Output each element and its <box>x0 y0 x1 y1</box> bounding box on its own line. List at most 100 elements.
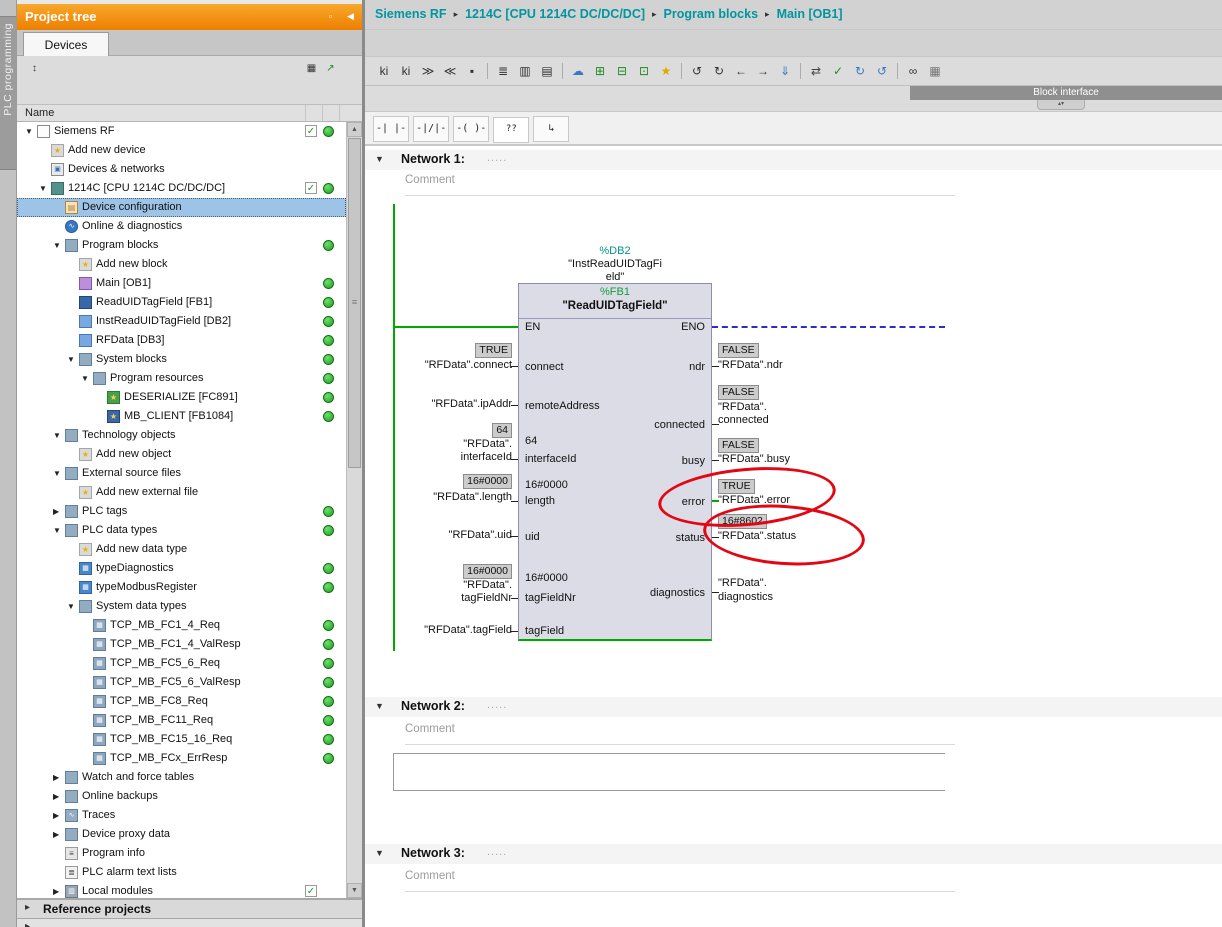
pin-connect[interactable]: connect <box>525 361 564 374</box>
collapse-node-icon[interactable]: ▼ <box>67 350 78 369</box>
details-view-bar[interactable]: ▸ <box>17 918 362 927</box>
fb-call-box[interactable]: %FB1 "ReadUIDTagField" EN connect remote… <box>518 283 712 641</box>
pin-connected[interactable]: connected <box>654 419 705 432</box>
split-editor-vertically-icon[interactable]: ▤ <box>537 61 557 81</box>
pin-interface-id[interactable]: interfaceId <box>525 453 576 466</box>
reference-projects-bar[interactable]: ▸ Reference projects <box>17 898 362 918</box>
tree-item[interactable]: ▼PLC data types <box>17 521 346 540</box>
operand-tag-field-nr[interactable]: tagFieldNr <box>461 592 512 605</box>
tree-item[interactable]: ▶Device proxy data <box>17 825 346 844</box>
tree-item[interactable]: ★Add new device <box>17 141 346 160</box>
tree-item[interactable]: ★Add new object <box>17 445 346 464</box>
pin-remote-address[interactable]: remoteAddress <box>525 400 600 413</box>
collapse-node-icon[interactable]: ▼ <box>39 179 50 198</box>
operand-tag-field-nr[interactable]: "RFData". <box>463 579 512 592</box>
show-absolute-operands-icon[interactable]: ki <box>374 61 394 81</box>
pin-length[interactable]: length <box>525 495 555 508</box>
open-detail-view-icon[interactable]: ▦ <box>303 60 320 77</box>
operand-tag-field[interactable]: "RFData".tagField <box>424 624 512 637</box>
tree-item[interactable]: ★DESERIALIZE [FC891] <box>17 388 346 407</box>
tree-item[interactable]: ▶∿Traces <box>17 806 346 825</box>
network-3-comment[interactable]: Comment <box>405 870 955 892</box>
contact-no-icon[interactable]: -| |- <box>373 116 409 142</box>
update-block-calls-icon[interactable]: ↻ <box>850 61 870 81</box>
tree-item[interactable]: ▶Watch and force tables <box>17 768 346 787</box>
synchronize-icon[interactable]: ↺ <box>872 61 892 81</box>
operand-interface-id[interactable]: interfaceId <box>461 451 512 464</box>
collapse-node-icon[interactable]: ▼ <box>25 122 36 141</box>
breadcrumb-item[interactable]: Siemens RF <box>375 7 447 21</box>
tree-item[interactable]: ▤Device configuration <box>17 198 346 217</box>
collapse-panel-icon[interactable]: ◀ <box>343 9 358 24</box>
compare-online-offline-icon[interactable]: ⇄ <box>806 61 826 81</box>
tree-scrollbar[interactable]: ▲ ≡ ▼ <box>346 122 362 898</box>
tree-item[interactable]: ★Add new block <box>17 255 346 274</box>
split-editor-horizontally-icon[interactable]: ▥ <box>515 61 535 81</box>
expand-node-icon[interactable]: ▶ <box>53 825 64 844</box>
tree-item[interactable]: Main [OB1] <box>17 274 346 293</box>
tree-item[interactable]: ▦TCP_MB_FC1_4_Req <box>17 616 346 635</box>
breadcrumb-item[interactable]: Program blocks <box>664 7 758 21</box>
coil-icon[interactable]: -( )- <box>453 116 489 142</box>
tree-item[interactable]: ▦typeModbusRegister <box>17 578 346 597</box>
expand-node-icon[interactable]: ▶ <box>53 882 64 898</box>
expand-node-icon[interactable]: ▶ <box>53 502 64 521</box>
insert-network-icon[interactable]: ⊞ <box>590 61 610 81</box>
tree-item[interactable]: ▦TCP_MB_FC11_Req <box>17 711 346 730</box>
monitoring-on-off-icon[interactable]: ∞ <box>903 61 923 81</box>
tree-item[interactable]: ▶PLC tags <box>17 502 346 521</box>
interface-splitter-handle[interactable]: ▴▾ <box>1037 100 1085 110</box>
expand-section-icon[interactable]: ▸ <box>25 921 30 927</box>
operand-length[interactable]: "RFData".length <box>433 491 512 504</box>
insert-empty-box-icon[interactable]: ⊡ <box>634 61 654 81</box>
tree-item[interactable]: ▼Program blocks <box>17 236 346 255</box>
collapse-node-icon[interactable]: ▼ <box>53 426 64 445</box>
network-1-header[interactable]: ▼ Network 1: ..... <box>365 150 1222 170</box>
pin-en[interactable]: EN <box>525 321 540 334</box>
insert-comment-icon[interactable]: ☁ <box>568 61 588 81</box>
tree-item[interactable]: ★Add new data type <box>17 540 346 559</box>
tree-item[interactable]: ▼External source files <box>17 464 346 483</box>
tree-item[interactable]: ∿Online & diagnostics <box>17 217 346 236</box>
tree-item[interactable]: ★Add new external file <box>17 483 346 502</box>
tree-item[interactable]: ▦TCP_MB_FCx_ErrResp <box>17 749 346 768</box>
tree-item[interactable]: ≣PLC alarm text lists <box>17 863 346 882</box>
operand-ip-addr[interactable]: "RFData".ipAddr <box>431 398 512 411</box>
expand-section-icon[interactable]: ▸ <box>25 902 30 913</box>
lad-editor-canvas[interactable]: ▼ Network 1: ..... Comment %DB2 "InstRea… <box>365 146 1222 927</box>
pin-diagnostics[interactable]: diagnostics <box>650 587 705 600</box>
tree-item[interactable]: ▼1214C [CPU 1214C DC/DC/DC]✓ <box>17 179 346 198</box>
tree-item[interactable]: ▼Technology objects <box>17 426 346 445</box>
tree-item[interactable]: ReadUIDTagField [FB1] <box>17 293 346 312</box>
network-3-header[interactable]: ▼ Network 3: ..... <box>365 844 1222 864</box>
show-symbolic-operands-icon[interactable]: ki <box>396 61 416 81</box>
tree-item[interactable]: ▦TCP_MB_FC1_4_ValResp <box>17 635 346 654</box>
tree-column-header[interactable]: Name <box>17 104 362 122</box>
operand-ndr[interactable]: "RFData".ndr <box>718 359 783 372</box>
tree-item[interactable]: ▶▥Local modules✓ <box>17 882 346 898</box>
collapse-node-icon[interactable]: ▼ <box>53 521 64 540</box>
network-2-header[interactable]: ▼ Network 2: ..... <box>365 697 1222 717</box>
collapse-network-icon[interactable]: ▼ <box>375 701 384 711</box>
tree-item[interactable]: ▦TCP_MB_FC8_Req <box>17 692 346 711</box>
operand-diagnostics[interactable]: "RFData". <box>718 577 767 590</box>
tree-item[interactable]: ≡Program info <box>17 844 346 863</box>
pin-ndr[interactable]: ndr <box>689 361 705 374</box>
collapse-network-icon[interactable]: ▼ <box>375 154 384 164</box>
pin-tag-field-nr[interactable]: tagFieldNr <box>525 592 576 605</box>
operand-connected[interactable]: connected <box>718 414 769 427</box>
download-to-device-icon[interactable]: ⇓ <box>775 61 795 81</box>
tree-item[interactable]: ▦TCP_MB_FC5_6_ValResp <box>17 673 346 692</box>
breadcrumb-item[interactable]: 1214C [CPU 1214C DC/DC/DC] <box>465 7 645 21</box>
go-to-next-jump-icon[interactable]: ↻ <box>709 61 729 81</box>
tree-item[interactable]: ▼Siemens RF✓ <box>17 122 346 141</box>
tree-item[interactable]: ▦TCP_MB_FC15_16_Req <box>17 730 346 749</box>
collapse-all-networks-icon[interactable]: ≪ <box>440 61 460 81</box>
pin-eno[interactable]: ENO <box>681 321 705 334</box>
contact-nc-icon[interactable]: -|/|- <box>413 116 449 142</box>
operand-uid[interactable]: "RFData".uid <box>449 529 512 542</box>
tab-devices[interactable]: Devices <box>23 32 109 56</box>
tree-item[interactable]: ▶Online backups <box>17 787 346 806</box>
operand-connect[interactable]: "RFData".connect <box>425 359 512 372</box>
tree-item[interactable]: ▦typeDiagnostics <box>17 559 346 578</box>
